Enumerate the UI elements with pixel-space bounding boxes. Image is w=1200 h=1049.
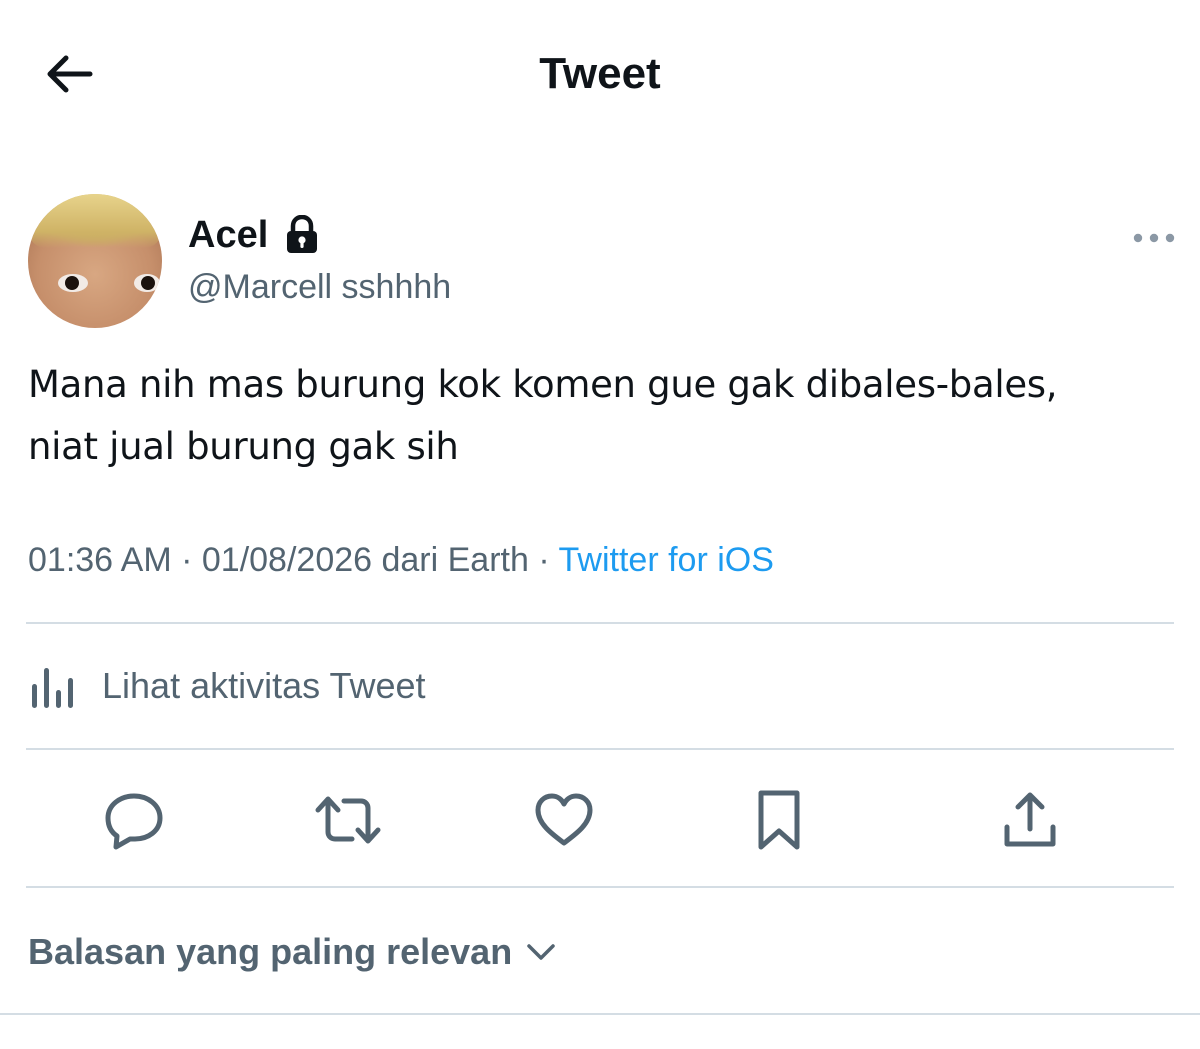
meta-separator: · xyxy=(528,541,559,579)
tweet-text-line: Mana nih mas burung kok komen gue gak di… xyxy=(28,363,1058,406)
divider xyxy=(0,1013,1200,1015)
activity-label: Lihat aktivitas Tweet xyxy=(102,665,426,706)
more-horizontal-icon xyxy=(1133,233,1175,243)
more-options-button[interactable] xyxy=(1128,222,1180,254)
replies-sort-label: Balasan yang paling relevan xyxy=(28,931,513,972)
reply-button[interactable] xyxy=(98,784,170,856)
lock-icon xyxy=(287,215,318,253)
like-button[interactable] xyxy=(528,784,600,856)
tweet-date-location[interactable]: 01/08/2026 dari Earth xyxy=(202,541,529,579)
tweet-action-bar xyxy=(0,780,1200,860)
avatar-eye-left xyxy=(58,274,88,292)
divider xyxy=(26,622,1174,624)
reply-icon xyxy=(105,793,163,850)
header-bar: Tweet xyxy=(0,0,1200,150)
divider xyxy=(26,748,1174,750)
avatar[interactable] xyxy=(28,194,162,328)
bookmark-icon xyxy=(758,790,800,850)
tweet-activity-link[interactable]: Lihat aktivitas Tweet xyxy=(28,650,426,722)
share-icon xyxy=(1004,792,1056,847)
retweet-icon xyxy=(315,796,381,844)
chevron-down-icon xyxy=(527,944,555,960)
page-title: Tweet xyxy=(539,49,661,98)
divider xyxy=(26,886,1174,888)
tweet-meta: 01:36 AM · 01/08/2026 dari Earth · Twitt… xyxy=(28,538,774,582)
retweet-button[interactable] xyxy=(312,784,384,856)
tweet-time[interactable]: 01:36 AM xyxy=(28,541,172,579)
author-display-name[interactable]: Acel xyxy=(188,212,320,258)
analytics-bars-icon xyxy=(32,668,73,708)
share-button[interactable] xyxy=(994,784,1066,856)
heart-icon xyxy=(535,793,593,846)
tweet-text-line: niat jual burung gak sih xyxy=(28,425,459,468)
author-name-text: Acel xyxy=(188,214,269,256)
tweet-source-link[interactable]: Twitter for iOS xyxy=(559,541,774,579)
avatar-eye-right xyxy=(134,274,160,292)
tweet-text: Mana nih mas burung kok komen gue gak di… xyxy=(28,354,1178,478)
bookmark-button[interactable] xyxy=(743,784,815,856)
replies-sort-button[interactable]: Balasan yang paling relevan xyxy=(28,928,556,976)
author-handle[interactable]: @Marcell sshhhh xyxy=(188,266,451,308)
meta-separator: · xyxy=(171,541,202,579)
avatar-hair xyxy=(28,194,162,248)
